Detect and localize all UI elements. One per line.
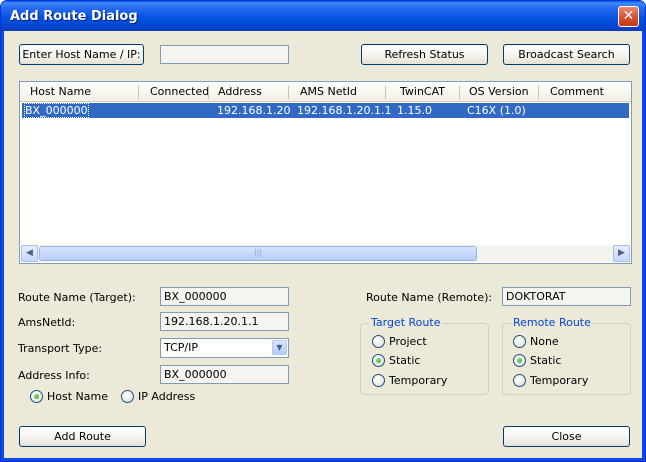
scroll-thumb[interactable]: ||| (39, 246, 477, 261)
window-frame-left (1, 31, 4, 461)
target-route-static-radio[interactable]: Static (372, 354, 420, 368)
column-separator[interactable] (208, 86, 209, 99)
host-ip-input[interactable] (160, 45, 289, 64)
target-route-temporary-radio[interactable]: Temporary (372, 374, 447, 388)
radio-selected-icon (513, 354, 526, 367)
column-connected[interactable]: Connected (144, 82, 209, 102)
scroll-grip: ||| (253, 248, 263, 257)
radio-selected-icon (30, 390, 43, 403)
remote-route-none-label: None (530, 335, 559, 348)
route-name-target-label: Route Name (Target): (18, 291, 136, 304)
target-route-project-label: Project (389, 335, 427, 348)
transport-type-value: TCP/IP (164, 341, 198, 354)
radio-selected-icon (372, 354, 385, 367)
add-route-dialog: Add Route Dialog ✕ Enter Host Name / IP:… (0, 0, 646, 462)
remote-route-temporary-label: Temporary (530, 374, 589, 387)
target-route-title: Target Route (369, 316, 443, 329)
amsnetid-input[interactable]: 192.168.1.20.1.1 (160, 312, 289, 331)
list-header: Host Name Connected Address AMS NetId Tw… (20, 82, 631, 102)
chevron-down-icon[interactable]: ▼ (272, 340, 287, 355)
close-icon[interactable]: ✕ (618, 6, 639, 27)
remote-route-static-radio[interactable]: Static (513, 354, 561, 368)
enter-host-button[interactable]: Enter Host Name / IP: (19, 44, 144, 65)
remote-route-static-label: Static (530, 354, 562, 367)
window-title: Add Route Dialog (10, 9, 138, 24)
cell-address: 192.168.1.20 (217, 104, 291, 117)
radio-unselected-icon (513, 335, 526, 348)
column-address[interactable]: Address (212, 82, 262, 102)
host-name-radio[interactable]: Host Name (30, 390, 108, 404)
title-bar[interactable]: Add Route Dialog ✕ (1, 1, 645, 31)
close-button[interactable]: Close (503, 426, 630, 447)
radio-unselected-icon (372, 335, 385, 348)
refresh-status-button[interactable]: Refresh Status (361, 44, 488, 65)
window-frame-bottom (1, 458, 645, 461)
column-separator[interactable] (538, 86, 539, 99)
radio-unselected-icon (513, 374, 526, 387)
column-twincat[interactable]: TwinCAT (394, 82, 445, 102)
chevron-right-icon[interactable]: ▶ (613, 245, 630, 262)
target-route-group: Target Route Project Static Temporary (360, 316, 489, 395)
add-route-button[interactable]: Add Route (19, 426, 146, 447)
route-name-remote-input[interactable]: DOKTORAT (502, 287, 631, 306)
remote-route-group: Remote Route None Static Temporary (502, 316, 631, 395)
radio-unselected-icon (121, 390, 134, 403)
remote-route-title: Remote Route (511, 316, 593, 329)
remote-route-none-radio[interactable]: None (513, 335, 559, 349)
column-separator[interactable] (385, 86, 386, 99)
ip-address-radio-label: IP Address (138, 390, 196, 403)
chevron-left-icon[interactable]: ◀ (21, 245, 38, 262)
column-comment[interactable]: Comment (544, 82, 604, 102)
target-route-project-radio[interactable]: Project (372, 335, 427, 349)
remote-route-temporary-radio[interactable]: Temporary (513, 374, 588, 388)
address-info-label: Address Info: (18, 369, 90, 382)
transport-type-select[interactable]: TCP/IP ▼ (160, 338, 289, 358)
target-route-static-label: Static (389, 354, 421, 367)
cell-ams-netid: 192.168.1.20.1.1 (297, 104, 392, 117)
horizontal-scrollbar[interactable]: ◀ ||| ▶ (21, 245, 630, 262)
column-host-name[interactable]: Host Name (24, 82, 91, 102)
column-ams-netid[interactable]: AMS NetId (294, 82, 357, 102)
broadcast-search-button[interactable]: Broadcast Search (503, 44, 630, 65)
route-name-target-input[interactable]: BX_000000 (160, 287, 289, 306)
cell-host-name: BX_000000 (24, 103, 89, 118)
host-name-radio-label: Host Name (47, 390, 108, 403)
column-os-version[interactable]: OS Version (463, 82, 529, 102)
cell-os-version: C16X (1.0) (467, 104, 526, 117)
radio-unselected-icon (372, 374, 385, 387)
column-separator[interactable] (288, 86, 289, 99)
address-info-input[interactable]: BX_000000 (160, 365, 289, 384)
ip-address-radio[interactable]: IP Address (121, 390, 195, 404)
column-separator[interactable] (138, 86, 139, 99)
table-row[interactable]: BX_000000 192.168.1.20 192.168.1.20.1.1 … (22, 103, 629, 118)
transport-type-label: Transport Type: (18, 342, 103, 355)
column-separator[interactable] (459, 86, 460, 99)
route-name-remote-label: Route Name (Remote): (366, 291, 493, 304)
host-list[interactable]: Host Name Connected Address AMS NetId Tw… (19, 81, 632, 264)
amsnetid-label: AmsNetId: (18, 316, 76, 329)
window-frame-right (642, 31, 645, 461)
cell-twincat: 1.15.0 (397, 104, 432, 117)
target-route-temporary-label: Temporary (389, 374, 448, 387)
